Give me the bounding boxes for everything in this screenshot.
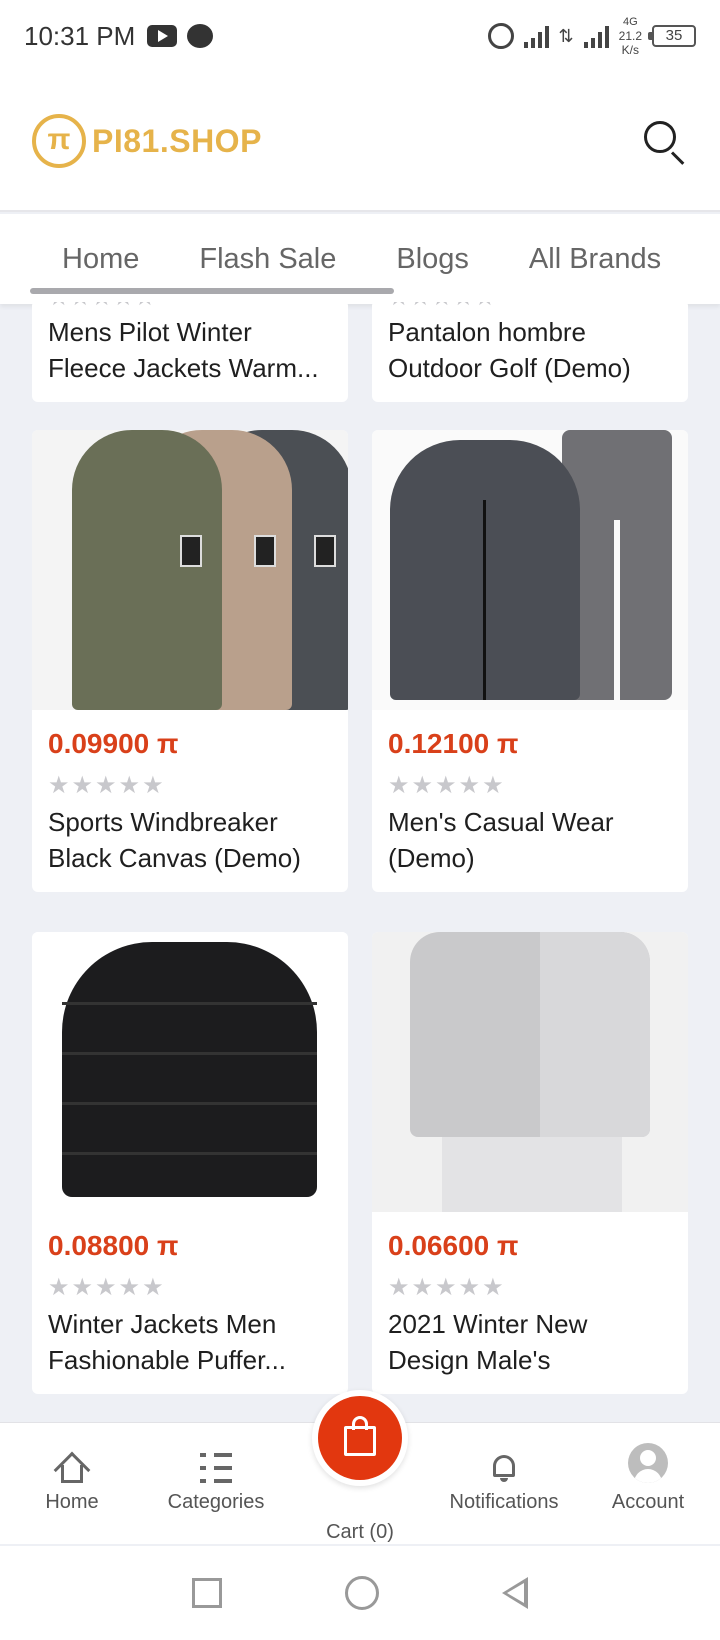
categories-icon <box>200 1453 232 1483</box>
star-icon: ★ <box>118 772 141 799</box>
network-speed: 4G 21.2 K/s <box>619 15 642 57</box>
product-name: Winter Jackets Men Fashionable Puffer... <box>48 1309 287 1375</box>
status-time: 10:31 PM <box>24 20 136 51</box>
pi-logo-icon <box>32 114 86 168</box>
nav-label: Notifications <box>449 1491 559 1513</box>
shopping-bag-icon <box>318 1396 402 1480</box>
network-type: 4G <box>622 16 638 28</box>
star-icon: ★ <box>142 1274 164 1301</box>
rating-stars: ★★★★★ <box>388 1276 672 1300</box>
nav-label: Account <box>611 1491 685 1513</box>
product-name: Men's Casual Wear (Demo) <box>388 807 614 873</box>
product-card[interactable]: 0.12100 π ★ ★ ★ ★ ★ Men's Casual Wear (Demo) <box>372 430 688 892</box>
rating-stars: ★★★★★ <box>388 302 672 310</box>
product-price: 0.09900 π <box>48 728 179 759</box>
nav-label: Home <box>45 1491 99 1513</box>
rating-stars: ★★★★★ <box>48 1276 332 1300</box>
avatar <box>628 1443 668 1483</box>
youtube-icon <box>147 25 178 47</box>
rating-stars: ★★★★★ <box>48 302 332 310</box>
product-card[interactable]: 0.08800 π ★ ★ ★ ★ ★ Winter Jackets Men Fashi… <box>32 932 348 1394</box>
home-circle-icon[interactable] <box>344 1576 379 1610</box>
bell-icon <box>491 1453 517 1483</box>
search-icon <box>644 121 676 153</box>
recents-icon[interactable] <box>191 1578 222 1608</box>
speed-value: 21.2 <box>618 29 642 43</box>
tab-flash-sale[interactable]: Flash Sale <box>169 243 366 276</box>
star-icon: ★ <box>118 1274 141 1301</box>
signal-4g-icon <box>583 24 609 48</box>
product-name: Pantalon hombre Outdoor Golf (Demo) <box>388 317 631 383</box>
system-nav-bar <box>0 1546 720 1640</box>
star-icon: ★ <box>95 772 117 799</box>
product-grid: ★★★★★ Mens Pilot Winter Fleece Jackets W… <box>0 300 720 1420</box>
data-arrows-icon: ⇅ <box>558 25 574 46</box>
sweatshirt-image <box>372 932 688 1212</box>
star-icon: ★ <box>411 1274 434 1301</box>
tab-blogs[interactable]: Blogs <box>366 243 499 276</box>
home-icon <box>53 1451 91 1489</box>
tab-all-brands[interactable]: All Brands <box>499 243 691 276</box>
product-name: 2021 Winter New Design Male's <box>388 1309 588 1375</box>
nav-notifications[interactable]: Notifications <box>432 1423 576 1544</box>
tab-home[interactable]: Home <box>0 243 169 276</box>
star-icon: ★ <box>435 772 457 799</box>
jackets-image <box>32 430 348 710</box>
status-indicators: ⇅ 4G 21.2 K/s 35 <box>487 15 696 57</box>
battery-icon: 35 <box>648 25 696 47</box>
nav-categories[interactable]: Categories <box>144 1423 288 1544</box>
star-icon: ★ <box>435 1274 457 1301</box>
product-price: 0.08800 π <box>48 1230 179 1261</box>
product-name: Sports Windbreaker Black Canvas (Demo) <box>48 807 301 873</box>
star-icon: ★ <box>48 772 70 799</box>
rating-stars: ★★★★★ <box>388 774 672 798</box>
star-icon: ★ <box>388 772 410 799</box>
product-name: Mens Pilot Winter Fleece Jackets Warm... <box>48 317 319 383</box>
product-card[interactable]: ★★★★★ Pantalon hombre Outdoor Golf (Demo… <box>372 300 688 402</box>
message-icon <box>187 24 214 48</box>
search-button[interactable] <box>640 117 688 165</box>
star-icon: ★ <box>71 1274 94 1301</box>
signal-icon <box>523 24 549 48</box>
star-icon: ★ <box>458 1274 481 1301</box>
product-card[interactable]: 0.09900 π ★ ★ ★ ★ ★ Sports Windbreaker Black… <box>32 430 348 892</box>
nav-label: Cart (0) <box>326 1521 394 1543</box>
star-icon: ★ <box>71 772 94 799</box>
star-icon: ★ <box>411 772 434 799</box>
app-header: PI81.SHOP <box>0 72 720 212</box>
puffer-jacket-image <box>32 932 348 1212</box>
star-icon: ★ <box>95 1274 117 1301</box>
star-icon: ★ <box>458 772 481 799</box>
nav-account[interactable]: Account <box>576 1423 720 1544</box>
alarm-icon <box>487 23 514 49</box>
tracksuit-image <box>372 430 688 710</box>
shop-logo[interactable]: PI81.SHOP <box>32 114 262 168</box>
product-price: 0.12100 π <box>388 728 519 759</box>
product-card[interactable]: 0.06600 π ★ ★ ★ ★ ★ 2021 Winter New Design M… <box>372 932 688 1394</box>
star-icon: ★ <box>48 1274 70 1301</box>
speed-unit: K/s <box>621 43 639 57</box>
logo-text: PI81.SHOP <box>92 122 262 159</box>
active-tab-indicator <box>30 288 394 294</box>
product-card[interactable]: ★★★★★ Mens Pilot Winter Fleece Jackets W… <box>32 300 348 402</box>
star-icon: ★ <box>388 1274 410 1301</box>
nav-label: Categories <box>167 1491 265 1513</box>
star-icon: ★ <box>142 772 164 799</box>
back-icon[interactable] <box>502 1577 529 1609</box>
nav-home[interactable]: Home <box>0 1423 144 1544</box>
status-bar: 10:31 PM ⇅ 4G 21.2 K/s 35 <box>0 0 720 72</box>
product-price: 0.06600 π <box>388 1230 519 1261</box>
star-icon: ★ <box>482 772 504 799</box>
star-icon: ★ <box>482 1274 504 1301</box>
rating-stars: ★★★★★ <box>48 774 332 798</box>
cart-button[interactable] <box>312 1390 408 1486</box>
status-app-icons <box>147 24 214 48</box>
